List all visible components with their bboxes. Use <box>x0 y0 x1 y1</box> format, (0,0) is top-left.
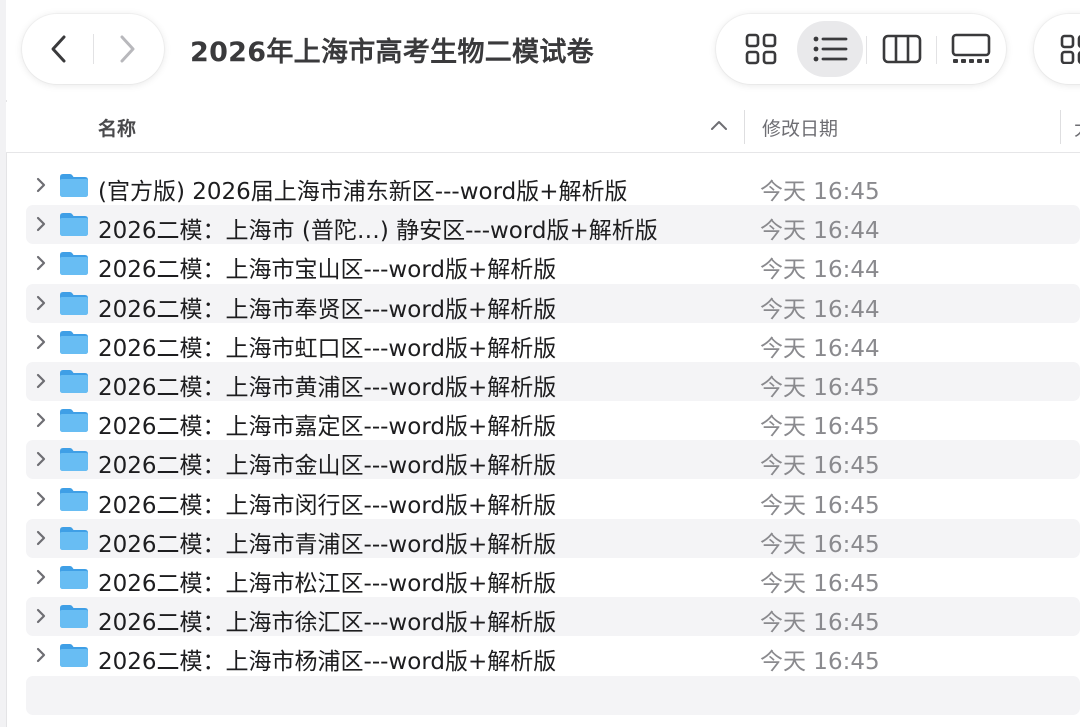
file-name[interactable]: 2026二模：上海市虹口区---word版+解析版 <box>98 329 556 363</box>
disclosure-chevron-icon[interactable] <box>35 216 47 232</box>
file-row[interactable]: 2026二模：上海市 (普陀…) 静安区---word版+解析版 今天 16:44 <box>26 205 1080 245</box>
modified-date: 今天 16:45 <box>760 179 880 205</box>
folder-icon <box>60 213 88 237</box>
modified-date: 今天 16:44 <box>760 296 880 323</box>
modified-date: 今天 16:45 <box>760 571 880 597</box>
file-name[interactable]: 2026二模：上海市徐汇区---word版+解析版 <box>98 603 556 637</box>
file-name[interactable]: 2026二模：上海市青浦区---word版+解析版 <box>98 525 556 559</box>
list-icon <box>813 36 848 62</box>
file-name[interactable]: 2026二模：上海市闵行区---word版+解析版 <box>98 486 556 520</box>
file-row[interactable]: 2026二模：上海市杨浦区---word版+解析版 今天 16:45 <box>26 636 1080 675</box>
file-row[interactable]: (官方版) 2026届上海市浦东新区---word版+解析版 今天 16:45 <box>26 166 1080 205</box>
columns-icon <box>882 34 922 64</box>
folder-icon <box>60 526 88 550</box>
disclosure-chevron-icon[interactable] <box>35 647 47 663</box>
folder-icon <box>60 566 88 589</box>
back-button[interactable] <box>24 14 94 84</box>
modified-date: 今天 16:44 <box>760 218 880 245</box>
folder-icon <box>60 605 88 629</box>
disclosure-chevron-icon[interactable] <box>35 530 47 546</box>
file-name[interactable]: (官方版) 2026届上海市浦东新区---word版+解析版 <box>98 172 628 206</box>
column-divider[interactable] <box>1060 110 1061 144</box>
folder-icon <box>60 370 88 393</box>
view-divider <box>936 36 937 64</box>
file-name[interactable]: 2026二模：上海市杨浦区---word版+解析版 <box>98 642 556 676</box>
file-row[interactable]: 2026二模：上海市奉贤区---word版+解析版 今天 16:44 <box>26 283 1080 324</box>
file-name[interactable]: 2026二模：上海市金山区---word版+解析版 <box>98 446 556 480</box>
folder-icon <box>60 487 88 511</box>
column-view-button[interactable] <box>869 21 935 77</box>
name-column-header[interactable]: 名称 <box>98 114 136 141</box>
modified-date: 今天 16:45 <box>760 414 880 441</box>
modified-date: 今天 16:45 <box>760 453 880 480</box>
chevron-right-icon <box>120 35 135 63</box>
file-row[interactable]: 2026二模：上海市松江区---word版+解析版 今天 16:45 <box>26 558 1080 597</box>
disclosure-chevron-icon[interactable] <box>35 177 47 193</box>
disclosure-chevron-icon[interactable] <box>35 491 47 507</box>
file-name[interactable]: 2026二模：上海市宝山区---word版+解析版 <box>98 250 556 284</box>
gallery-view-button[interactable] <box>938 21 1004 77</box>
file-row[interactable]: 2026二模：上海市虹口区---word版+解析版 今天 16:44 <box>26 323 1080 362</box>
modified-date: 今天 16:44 <box>760 257 880 284</box>
disclosure-chevron-icon[interactable] <box>35 295 47 311</box>
grid-icon <box>745 33 777 65</box>
folder-icon <box>60 291 88 315</box>
disclosure-chevron-icon[interactable] <box>35 255 47 271</box>
disclosure-chevron-icon[interactable] <box>35 412 47 428</box>
disclosure-chevron-icon[interactable] <box>35 373 47 389</box>
file-row[interactable]: 2026二模：上海市金山区---word版+解析版 今天 16:45 <box>26 440 1080 480</box>
group-icon <box>1060 34 1080 64</box>
view-divider <box>866 36 867 64</box>
disclosure-chevron-icon[interactable] <box>35 334 47 350</box>
column-divider[interactable] <box>744 110 745 144</box>
window-title: 2026年上海市高考生物二模试卷 <box>190 37 594 68</box>
modified-date: 今天 16:45 <box>760 649 880 676</box>
finder-window: 2026年上海市高考生物二模试卷 名称 修改日期 (官方版) 2026届上海市浦… <box>0 0 1080 727</box>
file-row[interactable]: 2026二模：上海市青浦区---word版+解析版 今天 16:45 <box>26 518 1080 559</box>
file-name[interactable]: 2026二模：上海市 (普陀…) 静安区---word版+解析版 <box>98 211 658 245</box>
chevron-left-icon <box>51 35 66 63</box>
size-column-header[interactable]: 大 <box>1074 114 1080 141</box>
modified-date: 今天 16:45 <box>760 610 880 637</box>
file-row[interactable]: 2026二模：上海市黄浦区---word版+解析版 今天 16:45 <box>26 362 1080 401</box>
disclosure-chevron-icon[interactable] <box>35 608 47 624</box>
view-mode-group <box>716 14 1006 84</box>
disclosure-chevron-icon[interactable] <box>35 451 47 467</box>
forward-button[interactable] <box>92 14 162 84</box>
file-name[interactable]: 2026二模：上海市奉贤区---word版+解析版 <box>98 290 556 324</box>
file-name[interactable]: 2026二模：上海市松江区---word版+解析版 <box>98 564 556 598</box>
icon-view-button[interactable] <box>728 21 794 77</box>
file-name[interactable]: 2026二模：上海市嘉定区---word版+解析版 <box>98 407 556 441</box>
modified-date: 今天 16:45 <box>760 375 880 401</box>
folder-icon <box>60 448 88 472</box>
navigation-group <box>22 14 164 84</box>
modified-date: 今天 16:44 <box>760 335 880 362</box>
list-view-button[interactable] <box>797 21 863 77</box>
modified-date: 今天 16:45 <box>760 531 880 558</box>
disclosure-chevron-icon[interactable] <box>35 569 47 585</box>
sort-ascending-icon[interactable] <box>710 119 728 131</box>
file-row[interactable]: 2026二模：上海市嘉定区---word版+解析版 今天 16:45 <box>26 401 1080 440</box>
modified-date: 今天 16:45 <box>760 492 880 519</box>
folder-icon <box>60 330 88 354</box>
folder-icon <box>60 644 88 668</box>
folder-icon <box>60 174 88 197</box>
file-name[interactable]: 2026二模：上海市黄浦区---word版+解析版 <box>98 368 556 402</box>
empty-list-row <box>26 676 1080 715</box>
file-row[interactable]: 2026二模：上海市宝山区---word版+解析版 今天 16:44 <box>26 244 1080 283</box>
column-header: 名称 修改日期 大 <box>6 102 1080 153</box>
toolbar: 2026年上海市高考生物二模试卷 <box>6 0 1080 100</box>
file-row[interactable]: 2026二模：上海市闵行区---word版+解析版 今天 16:45 <box>26 480 1080 519</box>
file-row[interactable]: 2026二模：上海市徐汇区---word版+解析版 今天 16:45 <box>26 597 1080 637</box>
gallery-icon <box>951 33 991 63</box>
date-column-header[interactable]: 修改日期 <box>762 114 838 141</box>
group-button[interactable] <box>1034 14 1080 84</box>
folder-icon <box>60 409 88 433</box>
folder-icon <box>60 252 88 276</box>
